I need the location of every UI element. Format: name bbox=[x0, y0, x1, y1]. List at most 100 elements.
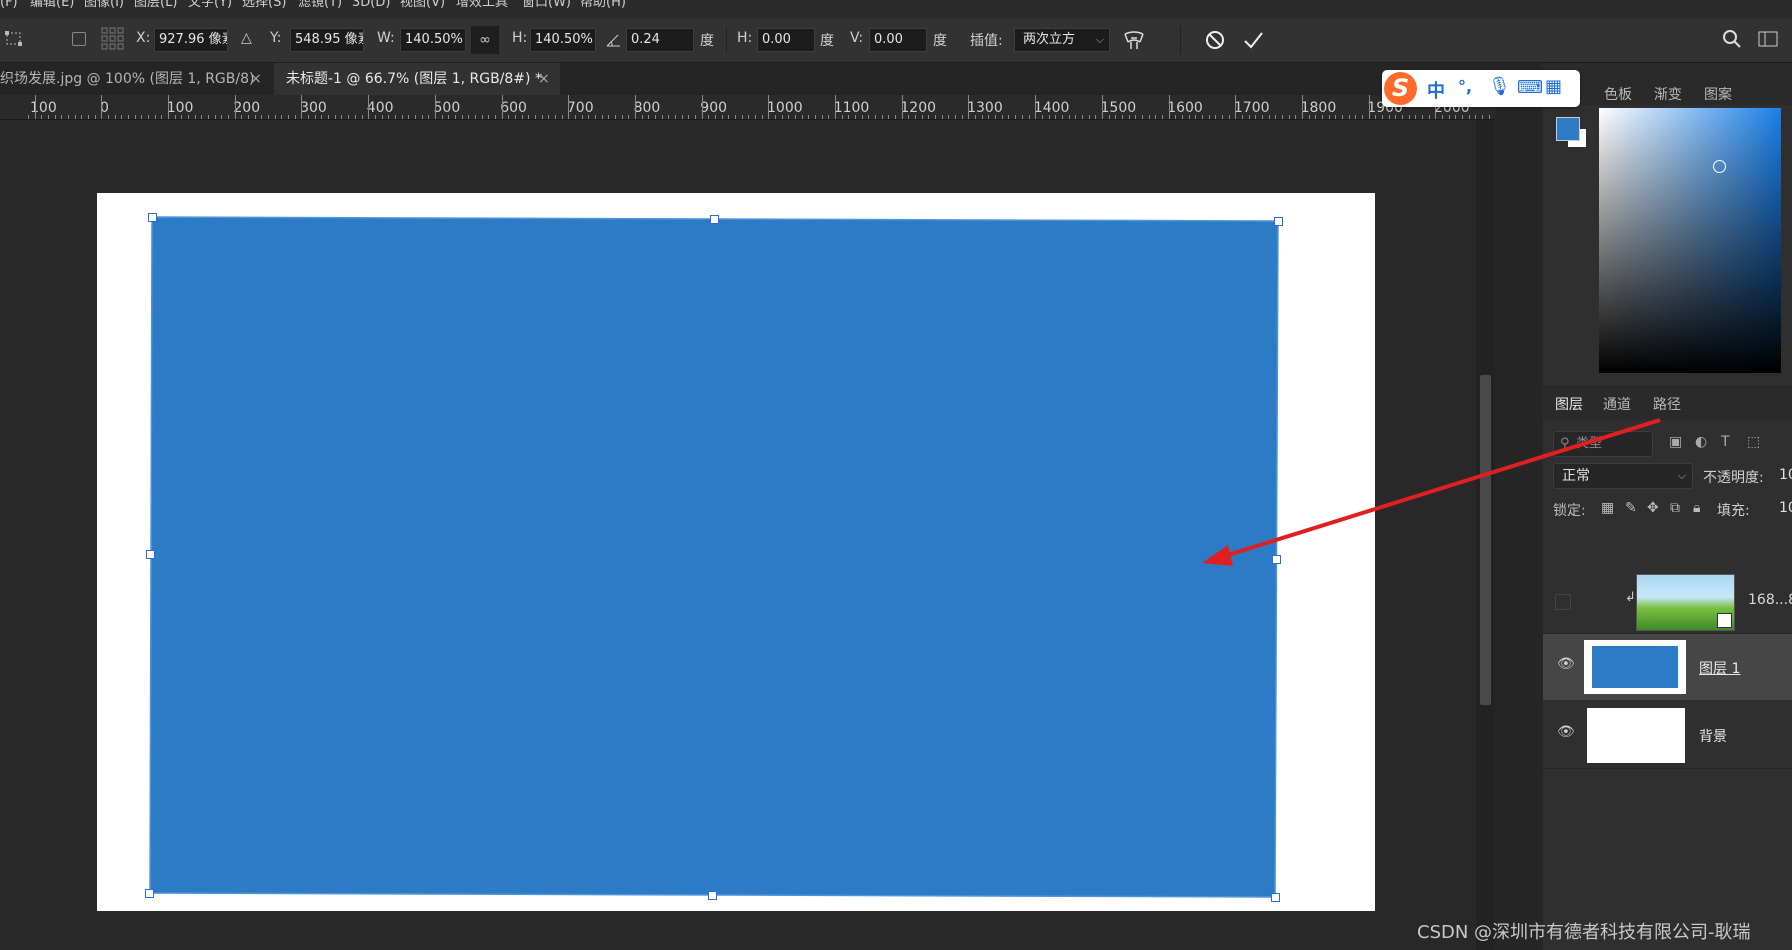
ruler-tick bbox=[1015, 115, 1017, 119]
ruler-tick bbox=[214, 115, 216, 119]
eye-icon[interactable]: 👁︎ bbox=[1557, 656, 1575, 672]
skew-h-field[interactable]: 0.00 bbox=[757, 28, 815, 52]
chevron-down-icon: ⌵ bbox=[1677, 469, 1686, 482]
menu-view[interactable]: 视图(V) bbox=[400, 0, 445, 12]
ruler-tick bbox=[534, 115, 536, 119]
rotation-field[interactable]: 0.24 bbox=[626, 28, 694, 52]
reference-point-checkbox[interactable] bbox=[72, 32, 86, 46]
tab-layers[interactable]: 图层 bbox=[1555, 394, 1583, 414]
layer-row[interactable]: 👁︎ 背景 bbox=[1543, 702, 1792, 769]
visibility-toggle-off[interactable] bbox=[1555, 594, 1571, 610]
transform-handle-left[interactable] bbox=[146, 550, 155, 559]
blend-mode-select[interactable]: 正常 ⌵ bbox=[1553, 463, 1693, 489]
tab-patterns[interactable]: 图案 bbox=[1704, 84, 1732, 104]
layer-name[interactable]: 168...8 bbox=[1748, 592, 1792, 608]
w-label: W: bbox=[377, 30, 395, 46]
ruler-tick bbox=[1115, 115, 1117, 119]
menu-window[interactable]: 窗口(W) bbox=[522, 0, 571, 12]
ruler-label: 200 bbox=[233, 100, 261, 116]
transform-handle-bottom-right[interactable] bbox=[1271, 893, 1280, 902]
transform-handle-bottom-left[interactable] bbox=[145, 889, 154, 898]
interpolation-select[interactable]: 两次立方 ⌵ bbox=[1014, 28, 1110, 52]
transform-handle-top[interactable] bbox=[710, 215, 719, 224]
delta-icon[interactable]: △ bbox=[241, 30, 252, 46]
ruler-tick bbox=[501, 95, 503, 119]
vertical-scrollbar[interactable] bbox=[1476, 120, 1495, 950]
height-field[interactable]: 140.50% bbox=[530, 28, 596, 52]
transform-tool-icon[interactable] bbox=[4, 30, 24, 48]
ime-mode-chinese[interactable]: 中 bbox=[1427, 77, 1445, 103]
x-field[interactable]: 927.96 像素 bbox=[154, 28, 228, 52]
color-picker-marker[interactable] bbox=[1713, 160, 1726, 173]
ruler-tick bbox=[1061, 115, 1063, 119]
tab-document-2[interactable]: 未标题-1 @ 66.7% (图层 1, RGB/8#) * × bbox=[274, 63, 560, 95]
eye-icon[interactable]: 👁︎ bbox=[1557, 724, 1575, 740]
ruler-tick bbox=[1281, 115, 1283, 119]
filter-adjustment-icon[interactable]: ◐ bbox=[1695, 434, 1707, 450]
filter-pixel-icon[interactable]: ▣ bbox=[1669, 434, 1682, 450]
ruler-tick bbox=[1375, 115, 1377, 119]
layer-row-selected[interactable]: 👁︎ 图层 1 bbox=[1543, 634, 1792, 700]
ime-toolbar[interactable]: S 中 °, 🎙︎ ⌨︎ ▦ bbox=[1382, 70, 1580, 107]
apps-grid-icon[interactable]: ▦ bbox=[1545, 76, 1562, 97]
ruler-tick bbox=[1268, 115, 1270, 119]
commit-transform-icon[interactable] bbox=[1242, 29, 1264, 51]
menu-layer[interactable]: 图层(L) bbox=[134, 0, 177, 12]
tab-close-icon[interactable]: × bbox=[538, 63, 550, 95]
transform-handle-bottom[interactable] bbox=[708, 891, 717, 900]
tab-channels[interactable]: 通道 bbox=[1603, 394, 1631, 414]
width-field[interactable]: 140.50% bbox=[400, 28, 466, 52]
ruler-tick bbox=[28, 115, 29, 119]
lock-artboard-icon[interactable]: ⧉ bbox=[1670, 500, 1680, 516]
filter-type-icon[interactable]: T bbox=[1721, 434, 1730, 450]
transform-handle-top-left[interactable] bbox=[148, 213, 157, 222]
ime-punctuation[interactable]: °, bbox=[1458, 77, 1472, 96]
ruler-tick bbox=[948, 115, 950, 119]
ruler-label: 600 bbox=[500, 100, 527, 116]
canvas-area[interactable] bbox=[0, 120, 1476, 950]
tab-document-1[interactable]: 织场发展.jpg @ 100% (图层 1, RGB/8) × bbox=[0, 63, 270, 95]
workspace-icon[interactable] bbox=[1758, 30, 1778, 48]
skew-v-field[interactable]: 0.00 bbox=[869, 28, 927, 52]
search-icon[interactable] bbox=[1722, 29, 1742, 49]
foreground-color-swatch[interactable] bbox=[1556, 117, 1580, 141]
menu-help[interactable]: 帮助(H) bbox=[580, 0, 626, 12]
menu-select[interactable]: 选择(S) bbox=[242, 0, 286, 12]
layer-filter-select[interactable]: ⚲ 类型 bbox=[1553, 431, 1653, 457]
lock-transparency-icon[interactable]: ▦ bbox=[1601, 500, 1614, 516]
lock-move-icon[interactable]: ✥ bbox=[1647, 500, 1659, 516]
opacity-value[interactable]: 10 bbox=[1779, 467, 1792, 483]
layer-name[interactable]: 图层 1 bbox=[1699, 658, 1740, 678]
scrollbar-thumb[interactable] bbox=[1480, 375, 1491, 705]
menu-image[interactable]: 图像(I) bbox=[84, 0, 124, 12]
menu-3d[interactable]: 3D(D) bbox=[352, 0, 390, 12]
tab-close-icon[interactable]: × bbox=[250, 63, 262, 95]
filter-shape-icon[interactable]: ⬚ bbox=[1747, 434, 1760, 450]
menu-file[interactable]: (F) bbox=[0, 0, 18, 12]
menu-type[interactable]: 文字(Y) bbox=[188, 0, 232, 12]
warp-icon[interactable] bbox=[1122, 28, 1146, 52]
transform-layer-svg[interactable] bbox=[0, 120, 1476, 950]
lock-paint-icon[interactable]: ✎ bbox=[1625, 500, 1637, 516]
cancel-transform-icon[interactable] bbox=[1204, 29, 1226, 51]
layer-name[interactable]: 背景 bbox=[1699, 726, 1727, 746]
color-picker-field[interactable] bbox=[1599, 108, 1781, 373]
sogou-logo-icon[interactable]: S bbox=[1384, 72, 1417, 105]
transform-handle-right[interactable] bbox=[1272, 555, 1281, 564]
microphone-icon[interactable]: 🎙︎ bbox=[1488, 76, 1511, 97]
menu-edit[interactable]: 编辑(E) bbox=[30, 0, 74, 12]
fill-value[interactable]: 10 bbox=[1779, 500, 1792, 516]
tab-paths[interactable]: 路径 bbox=[1653, 394, 1681, 414]
menu-filter[interactable]: 滤镜(T) bbox=[298, 0, 342, 12]
menu-plugins[interactable]: 增效工具 bbox=[456, 0, 508, 12]
tab-gradients[interactable]: 渐变 bbox=[1654, 84, 1682, 104]
reference-point-grid-icon[interactable] bbox=[100, 26, 126, 52]
transform-handle-top-right[interactable] bbox=[1274, 217, 1283, 226]
horizontal-ruler[interactable]: 100 0 100 200 300 400 500 600 700 800 900 1000 1100 1… bbox=[0, 95, 1495, 120]
y-field[interactable]: 548.95 像素 bbox=[290, 28, 364, 52]
link-icon[interactable]: ∞ bbox=[471, 26, 499, 54]
layer-row[interactable]: ↲ 168...8 bbox=[1543, 568, 1792, 634]
lock-all-icon[interactable]: 🔒︎ bbox=[1693, 500, 1700, 516]
keyboard-icon[interactable]: ⌨︎ bbox=[1517, 77, 1543, 98]
tab-swatches[interactable]: 色板 bbox=[1604, 84, 1632, 104]
